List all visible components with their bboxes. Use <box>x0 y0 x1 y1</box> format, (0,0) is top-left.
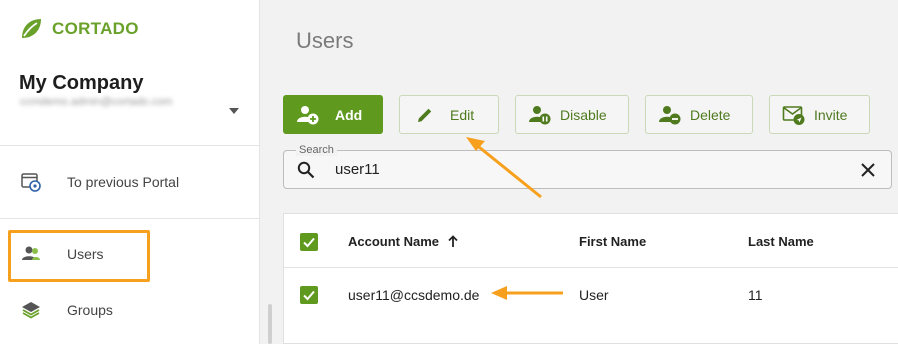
disable-button-label: Disable <box>560 106 607 123</box>
sidebar: CORTADO My Company ccmdemo.admin@cortado… <box>0 0 260 344</box>
layers-icon <box>20 299 42 321</box>
table-header: Account Name First Name Last Name <box>284 214 898 268</box>
check-icon <box>303 237 315 248</box>
disable-user-button[interactable]: Disable <box>515 95 629 134</box>
leaf-logo-icon <box>22 19 41 38</box>
clear-search-icon[interactable] <box>860 162 876 183</box>
edit-button-label: Edit <box>450 106 475 123</box>
cell-account-name: user11@ccsdemo.de <box>348 287 480 303</box>
cell-first-name: User <box>579 287 609 303</box>
disable-user-icon <box>528 104 552 126</box>
table-row[interactable]: user11@ccsdemo.de User 11 <box>284 269 898 321</box>
edit-user-button[interactable]: Edit <box>399 95 499 134</box>
search-label: Search <box>296 144 337 156</box>
delete-button-label: Delete <box>690 106 731 123</box>
brand-logo: CORTADO <box>18 16 139 42</box>
delete-user-button[interactable]: Delete <box>645 95 753 134</box>
sidebar-divider <box>0 145 259 146</box>
column-header-label: Account Name <box>348 234 440 249</box>
brand-name: CORTADO <box>52 19 139 38</box>
company-dropdown-icon[interactable] <box>229 108 239 114</box>
sidebar-scrollbar[interactable] <box>268 304 272 344</box>
sidebar-item-previous-portal[interactable]: To previous Portal <box>0 160 259 204</box>
invite-user-button[interactable]: Invite <box>769 95 870 134</box>
add-user-button[interactable]: Add <box>283 95 383 134</box>
row-checkbox[interactable] <box>300 286 318 304</box>
delete-user-icon <box>658 104 682 126</box>
mail-send-icon <box>782 104 806 126</box>
search-input[interactable]: user11 <box>335 161 380 178</box>
select-all-checkbox[interactable] <box>300 233 318 251</box>
users-table: Account Name First Name Last Name user11… <box>283 213 898 344</box>
sidebar-item-label: To previous Portal <box>67 174 180 190</box>
pencil-icon <box>415 105 435 125</box>
add-user-icon <box>296 104 320 126</box>
sidebar-item-groups[interactable]: Groups <box>0 288 259 332</box>
sidebar-item-label: Groups <box>67 302 113 318</box>
add-button-label: Add <box>335 106 363 123</box>
column-header-account-name[interactable]: Account Name <box>348 234 459 249</box>
search-icon <box>297 161 315 184</box>
annotation-highlight-box <box>8 230 150 282</box>
company-name[interactable]: My Company <box>19 72 143 95</box>
cell-last-name: 11 <box>748 287 763 303</box>
sidebar-divider <box>0 218 259 219</box>
page-title: Users <box>296 28 354 53</box>
invite-button-label: Invite <box>814 106 848 123</box>
column-header-last-name[interactable]: Last Name <box>748 234 814 249</box>
sort-ascending-icon <box>448 235 458 247</box>
column-header-first-name[interactable]: First Name <box>579 234 646 249</box>
portal-settings-icon <box>20 171 42 193</box>
check-icon <box>303 290 315 301</box>
account-email: ccmdemo.admin@cortado.com <box>20 96 173 108</box>
search-field[interactable]: Search user11 <box>283 144 892 189</box>
